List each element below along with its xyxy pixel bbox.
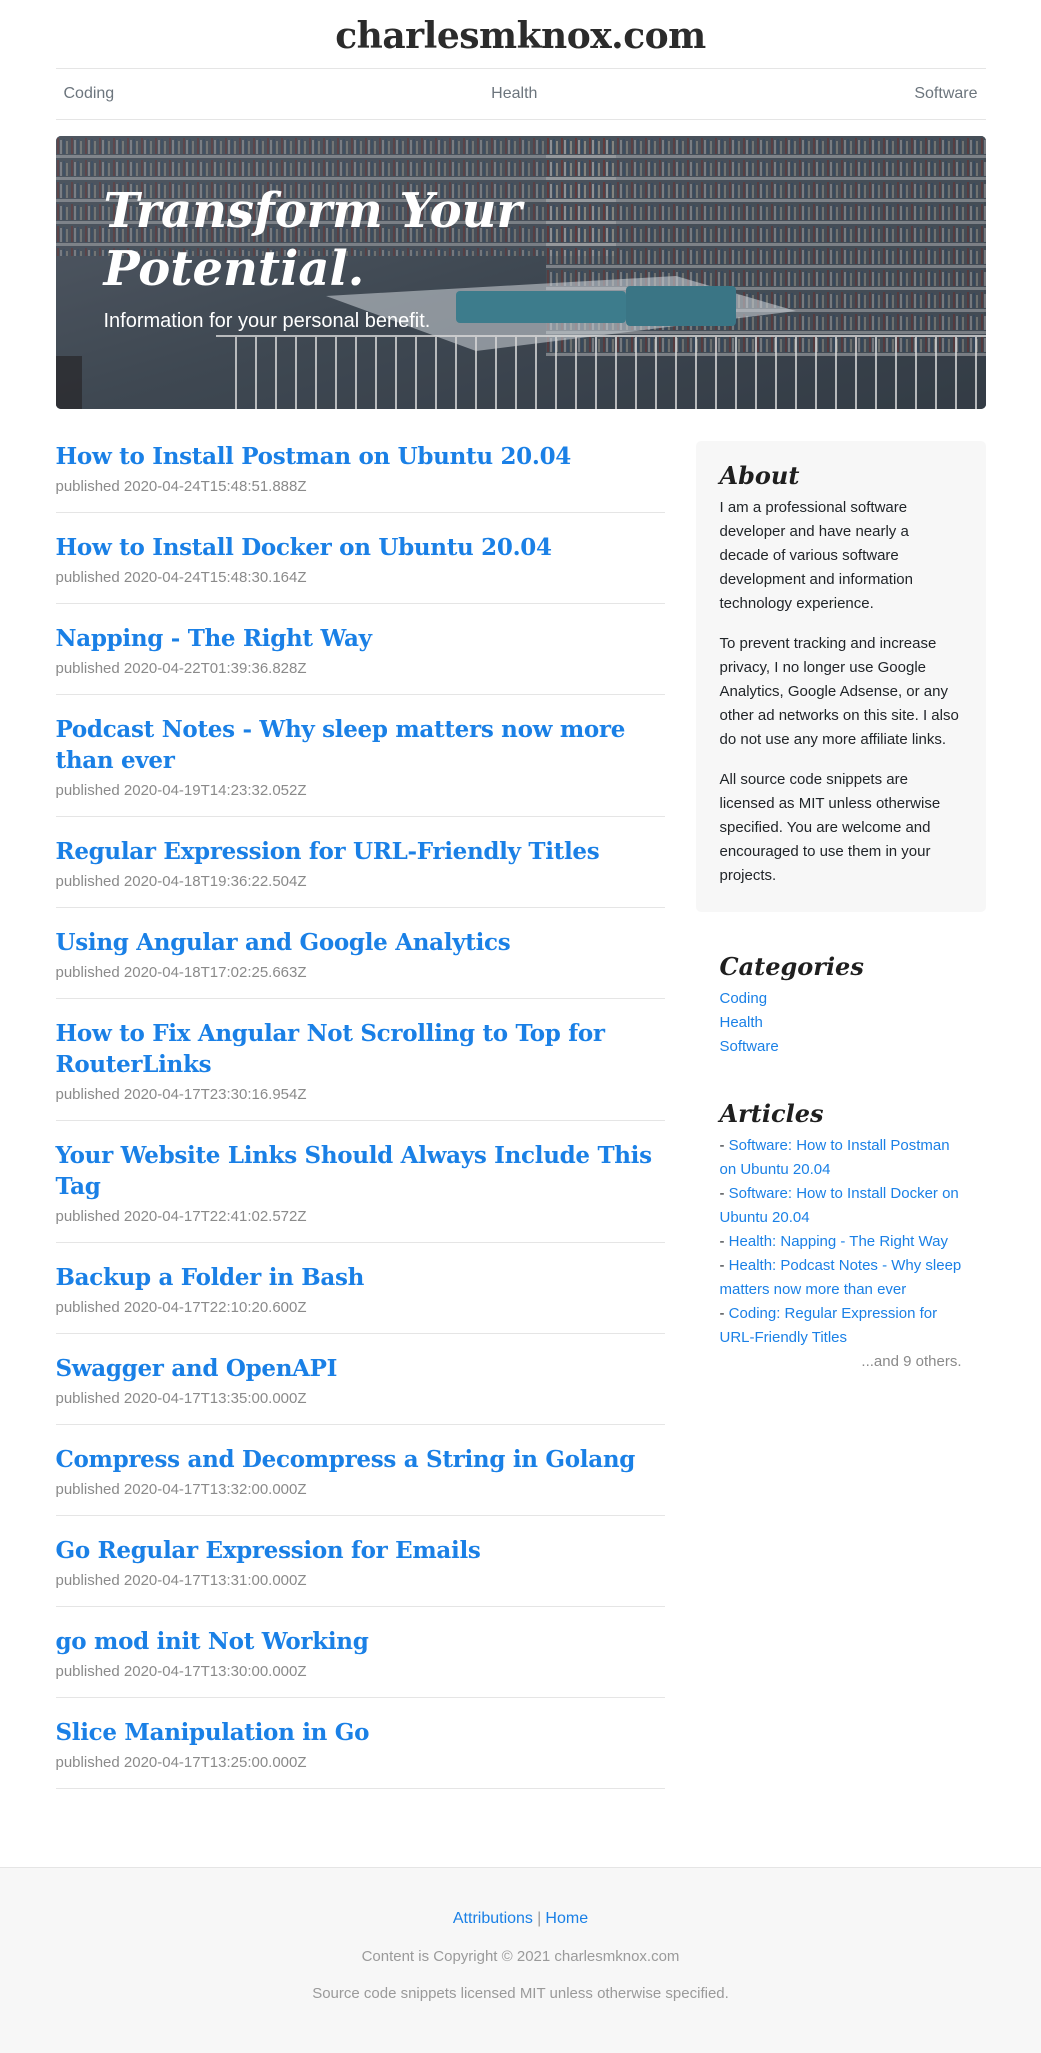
footer-links: Attributions | Home (0, 1910, 1041, 1928)
post-date: published 2020-04-18T19:36:22.504Z (55, 873, 307, 890)
post-title-link[interactable]: Regular Expression for URL-Friendly Titl… (56, 836, 665, 867)
post-item: Your Website Links Should Always Include… (55, 1140, 665, 1243)
post-date: published 2020-04-17T13:32:00.000Z (55, 1481, 307, 1498)
bullet-dash: - (719, 1257, 729, 1274)
article-list-item: - Software: How to Install Postman on Ub… (720, 1134, 962, 1182)
copyright-text: Content is Copyright © 2021 charlesmknox… (361, 1948, 680, 1965)
post-title-link[interactable]: Podcast Notes - Why sleep matters now mo… (56, 714, 665, 776)
post-list: How to Install Postman on Ubuntu 20.04 pu… (55, 441, 665, 1808)
post-date: published 2020-04-19T14:23:32.052Z (55, 782, 307, 799)
post-title-link[interactable]: How to Install Docker on Ubuntu 20.04 (56, 532, 665, 563)
article-list-item: - Software: How to Install Docker on Ubu… (720, 1182, 962, 1230)
post-title-link[interactable]: go mod init Not Working (56, 1626, 665, 1657)
license-text: Source code snippets licensed MIT unless… (312, 1985, 729, 2002)
categories-section: Categories Coding Health Software (696, 952, 986, 1059)
hero-text: Transform Your Potential. Information fo… (104, 182, 524, 333)
article-list-item: - Health: Napping - The Right Way (720, 1230, 962, 1254)
nav-item-coding[interactable]: Coding (64, 85, 115, 103)
post-date: published 2020-04-17T22:10:20.600Z (55, 1299, 307, 1316)
article-link[interactable]: Software: How to Install Postman on Ubun… (720, 1137, 950, 1178)
categories-heading: Categories (719, 952, 864, 981)
category-nav: Coding Health Software (55, 69, 986, 120)
home-link[interactable]: Home (545, 1910, 588, 1927)
about-heading: About (719, 461, 800, 490)
category-link-software[interactable]: Software (720, 1038, 779, 1055)
category-link-coding[interactable]: Coding (720, 990, 768, 1007)
about-paragraph: I am a professional software developer a… (719, 499, 913, 612)
post-title-link[interactable]: Using Angular and Google Analytics (56, 927, 665, 958)
about-paragraph: To prevent tracking and increase privacy… (719, 635, 959, 748)
about-panel: About I am a professional software devel… (695, 441, 986, 912)
post-item: Backup a Folder in Bash published 2020-04… (55, 1262, 665, 1334)
post-title-link[interactable]: Your Website Links Should Always Include… (56, 1140, 665, 1202)
post-title-link[interactable]: How to Fix Angular Not Scrolling to Top … (56, 1018, 665, 1080)
post-item: Slice Manipulation in Go published 2020-0… (55, 1717, 665, 1789)
post-date: published 2020-04-18T17:02:25.663Z (55, 964, 307, 981)
article-list: - Software: How to Install Postman on Ub… (720, 1134, 962, 1374)
bullet-dash: - (719, 1233, 729, 1250)
article-link[interactable]: Health: Podcast Notes - Why sleep matter… (720, 1257, 962, 1298)
post-title-link[interactable]: Compress and Decompress a String in Gola… (56, 1444, 665, 1475)
post-date: published 2020-04-17T13:31:00.000Z (55, 1572, 307, 1589)
articles-section: Articles - Software: How to Install Post… (696, 1099, 986, 1374)
post-item: How to Install Postman on Ubuntu 20.04 pu… (55, 441, 665, 513)
bullet-dash: - (719, 1137, 729, 1154)
more-articles-note: ...and 9 others. (861, 1353, 962, 1370)
hero-lead: Information for your personal benefit. (103, 310, 431, 332)
post-date: published 2020-04-17T13:30:00.000Z (55, 1663, 307, 1680)
post-date: published 2020-04-17T23:30:16.954Z (55, 1086, 307, 1103)
post-date: published 2020-04-17T22:41:02.572Z (55, 1208, 307, 1225)
post-item: Napping - The Right Way published 2020-04… (55, 623, 665, 695)
post-title-link[interactable]: How to Install Postman on Ubuntu 20.04 (56, 441, 665, 472)
post-title-link[interactable]: Backup a Folder in Bash (56, 1262, 665, 1293)
article-list-item: - Health: Podcast Notes - Why sleep matt… (720, 1254, 962, 1302)
nav-bar: Coding Health Software (56, 69, 986, 119)
post-title-link[interactable]: Swagger and OpenAPI (56, 1353, 665, 1384)
post-item: Using Angular and Google Analytics publis… (55, 927, 665, 999)
post-title-link[interactable]: Napping - The Right Way (56, 623, 665, 654)
about-paragraph: All source code snippets are licensed as… (719, 771, 941, 884)
hero-title: Transform Your Potential. (103, 183, 522, 297)
category-link-health[interactable]: Health (720, 1014, 763, 1031)
article-link[interactable]: Health: Napping - The Right Way (729, 1233, 948, 1250)
post-title-link[interactable]: Slice Manipulation in Go (56, 1717, 665, 1748)
post-item: Regular Expression for URL-Friendly Titl… (55, 836, 665, 908)
bullet-dash: - (719, 1305, 729, 1322)
nav-item-software[interactable]: Software (914, 85, 977, 103)
nav-item-health[interactable]: Health (491, 85, 537, 103)
category-list: Coding Health Software (720, 987, 962, 1059)
post-date: published 2020-04-17T13:35:00.000Z (55, 1390, 307, 1407)
main-row: How to Install Postman on Ubuntu 20.04 pu… (55, 441, 986, 1808)
article-list-item: - Coding: Regular Expression for URL-Fri… (720, 1302, 962, 1350)
post-date: published 2020-04-17T13:25:00.000Z (55, 1754, 307, 1771)
hero-banner: Transform Your Potential. Information fo… (55, 136, 986, 409)
post-title-link[interactable]: Go Regular Expression for Emails (56, 1535, 665, 1566)
article-link[interactable]: Coding: Regular Expression for URL-Frien… (720, 1305, 938, 1346)
post-item: Go Regular Expression for Emails publishe… (55, 1535, 665, 1607)
article-link[interactable]: Software: How to Install Docker on Ubunt… (720, 1185, 959, 1226)
site-footer: Attributions | Home Content is Copyright… (0, 1867, 1041, 2053)
post-item: Swagger and OpenAPI published 2020-04-17T… (55, 1353, 665, 1425)
site-title-link[interactable]: charlesmknox.com (335, 0, 706, 72)
post-date: published 2020-04-24T15:48:30.164Z (55, 569, 307, 586)
articles-heading: Articles (719, 1099, 824, 1128)
attributions-link[interactable]: Attributions (453, 1910, 533, 1927)
post-item: How to Install Docker on Ubuntu 20.04 pub… (55, 532, 665, 604)
post-date: published 2020-04-22T01:39:36.828Z (55, 660, 307, 677)
site-header: charlesmknox.com (55, 0, 986, 72)
post-item: Compress and Decompress a String in Gola… (55, 1444, 665, 1516)
post-item: Podcast Notes - Why sleep matters now mo… (55, 714, 665, 817)
bullet-dash: - (719, 1185, 729, 1202)
post-item: How to Fix Angular Not Scrolling to Top … (55, 1018, 665, 1121)
page-container: charlesmknox.com Coding Health Software (55, 0, 986, 1808)
sidebar: About I am a professional software devel… (695, 441, 986, 1808)
post-item: go mod init Not Working published 2020-04… (55, 1626, 665, 1698)
footer-separator: | (537, 1910, 542, 1927)
post-date: published 2020-04-24T15:48:51.888Z (55, 478, 307, 495)
